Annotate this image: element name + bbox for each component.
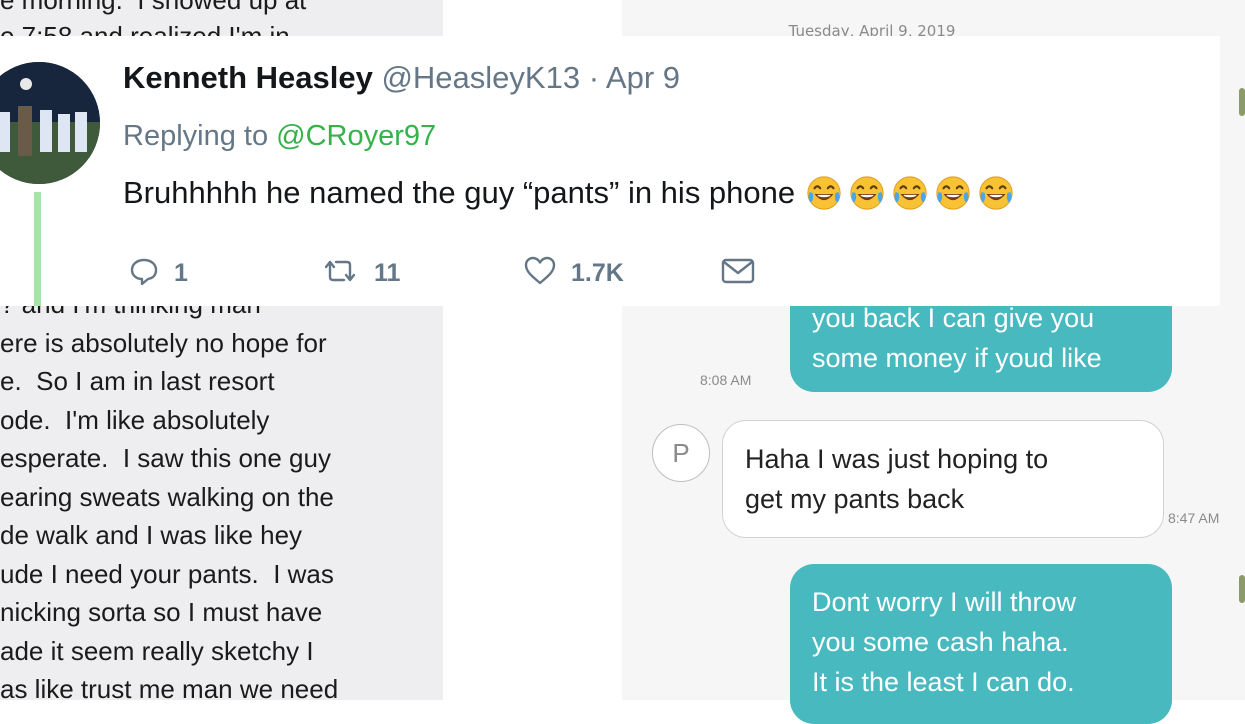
thread-line [34, 192, 41, 306]
emoji-row [805, 174, 1015, 212]
note-body-text: ? and I'm thinking man ere is absolutely… [0, 289, 339, 700]
tweet-header: Kenneth Heasley @HeasleyK13 · Apr 9 [123, 58, 680, 98]
replying-to-line: Replying to @CRoyer97 [123, 116, 436, 156]
contact-avatar: P [652, 424, 710, 482]
face-with-tears-of-joy-emoji [934, 174, 972, 212]
replying-to-label: Replying to [123, 120, 277, 152]
message-timestamp: 8:08 AM [700, 372, 752, 388]
like-count: 1.7K [571, 258, 624, 287]
reply-icon [128, 255, 160, 292]
face-with-tears-of-joy-emoji [805, 174, 843, 212]
edge-avatar-fragment [1239, 575, 1245, 603]
like-button[interactable]: 1.7K [523, 253, 624, 293]
replying-to-link[interactable]: @CRoyer97 [276, 120, 436, 152]
incoming-message-bubble: Haha I was just hoping to get my pants b… [722, 420, 1164, 538]
reply-count: 1 [174, 258, 188, 287]
retweet-count: 11 [374, 258, 401, 287]
edge-avatar-fragment [1239, 88, 1245, 116]
tweet-card[interactable]: Kenneth Heasley @HeasleyK13 · Apr 9 Repl… [0, 36, 1220, 306]
envelope-icon [720, 256, 756, 291]
message-timestamp: 8:47 AM [1168, 510, 1220, 526]
reply-button[interactable]: 1 [128, 253, 188, 293]
user-handle[interactable]: @HeasleyK13 [381, 60, 580, 95]
tweet-actions: 1 11 1.7K [128, 253, 768, 293]
outgoing-message-bubble: Dont worry I will throw you some cash ha… [790, 564, 1172, 724]
header-separator: · [580, 60, 606, 95]
tweet-date[interactable]: Apr 9 [606, 60, 680, 95]
retweet-button[interactable]: 11 [320, 253, 400, 293]
tweet-text: Bruhhhhh he named the guy “pants” in his… [123, 171, 1015, 215]
display-name[interactable]: Kenneth Heasley [123, 60, 373, 95]
face-with-tears-of-joy-emoji [848, 174, 886, 212]
user-avatar[interactable] [0, 62, 100, 184]
face-with-tears-of-joy-emoji [977, 174, 1015, 212]
face-with-tears-of-joy-emoji [891, 174, 929, 212]
retweet-icon [320, 255, 360, 292]
direct-message-button[interactable] [720, 253, 756, 293]
tweet-text-content: Bruhhhhh he named the guy “pants” in his… [123, 175, 796, 210]
heart-icon [523, 255, 557, 292]
